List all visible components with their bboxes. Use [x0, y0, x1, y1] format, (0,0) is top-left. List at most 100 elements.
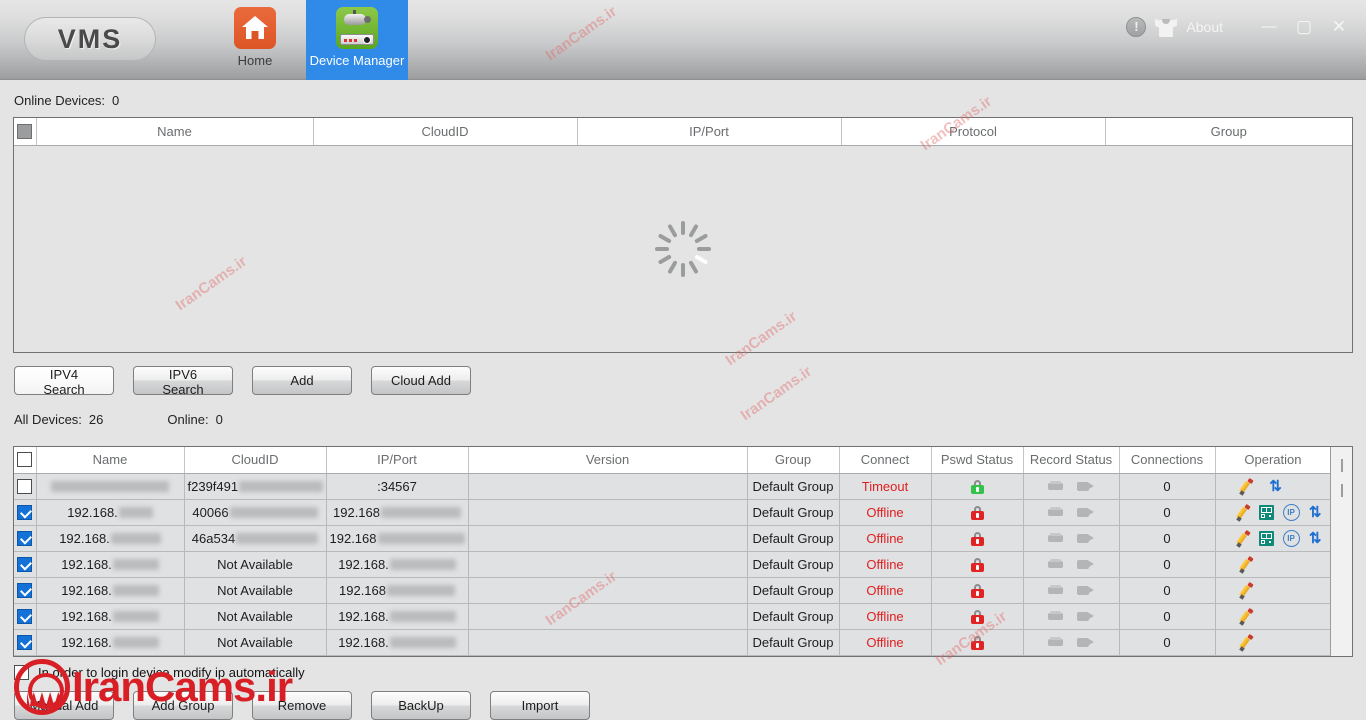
device-col-version[interactable]: Version	[468, 446, 748, 474]
row-checkbox[interactable]	[17, 531, 33, 546]
device-col-pswd-status[interactable]: Pswd Status	[931, 446, 1024, 474]
device-select-all-header[interactable]	[14, 446, 37, 474]
edit-pencil-icon[interactable]	[1231, 529, 1255, 548]
qr-code-icon[interactable]	[1255, 505, 1279, 520]
device-col-connections[interactable]: Connections	[1119, 446, 1216, 474]
remove-button[interactable]: Remove	[252, 691, 352, 720]
device-col-record-status[interactable]: Record Status	[1023, 446, 1120, 474]
ip-config-icon[interactable]: IP	[1279, 530, 1303, 547]
device-col-operation[interactable]: Operation	[1215, 446, 1331, 474]
device-col-name[interactable]: Name	[36, 446, 185, 474]
row-select-cell[interactable]	[14, 551, 37, 578]
cell-pswd-status[interactable]	[931, 577, 1024, 604]
device-list-panel: Name CloudID IP/Port Version Group Conne…	[13, 445, 1353, 657]
device-select-all-checkbox[interactable]	[17, 452, 33, 468]
info-icon[interactable]: !	[1126, 16, 1147, 37]
table-row[interactable]: f239f491 :34567 Default Group Timeout 0 ⇅	[14, 473, 1331, 500]
tab-device-manager[interactable]: Device Manager	[306, 0, 408, 80]
device-col-ipport[interactable]: IP/Port	[326, 446, 469, 474]
device-header-row: Name CloudID IP/Port Version Group Conne…	[14, 446, 1331, 474]
table-row[interactable]: 192.168. 46a534 192.168 Default Group Off…	[14, 525, 1331, 552]
cell-operation: ⇅	[1215, 473, 1331, 500]
edit-pencil-icon[interactable]	[1231, 555, 1261, 574]
cell-group: Default Group	[747, 473, 840, 500]
edit-pencil-icon[interactable]	[1231, 503, 1255, 522]
cell-ipport: :34567	[326, 473, 469, 500]
cell-group: Default Group	[747, 525, 840, 552]
row-select-cell[interactable]	[14, 629, 37, 656]
device-table-scrollbar[interactable]	[1330, 446, 1352, 656]
row-checkbox[interactable]	[17, 583, 33, 598]
table-row[interactable]: 192.168. Not Available 192.168. Default G…	[14, 629, 1331, 656]
cell-pswd-status[interactable]	[931, 603, 1024, 630]
row-select-cell[interactable]	[14, 603, 37, 630]
lock-red-icon	[970, 531, 984, 546]
edit-pencil-icon[interactable]	[1231, 633, 1261, 652]
ip-config-icon[interactable]: IP	[1279, 504, 1303, 521]
ipv4-search-button[interactable]: IPV4 Search	[14, 365, 114, 397]
add-group-button[interactable]: Add Group	[133, 691, 233, 720]
qr-code-icon[interactable]	[1255, 531, 1279, 546]
discovery-select-all-header[interactable]	[14, 118, 37, 146]
table-row[interactable]: 192.168. Not Available 192.168. Default G…	[14, 603, 1331, 630]
about-button[interactable]: About	[1186, 19, 1223, 35]
cell-pswd-status[interactable]	[931, 473, 1024, 500]
row-checkbox[interactable]	[17, 505, 33, 520]
cell-pswd-status[interactable]	[931, 499, 1024, 526]
auto-modify-ip-checkbox[interactable]	[14, 665, 29, 680]
cell-ipport-text: 192.168	[329, 531, 377, 546]
ipv6-search-button[interactable]: IPV6 Search	[133, 365, 233, 397]
skin-tshirt-icon[interactable]	[1155, 17, 1178, 37]
cell-pswd-status[interactable]	[931, 629, 1024, 656]
redacted-text	[377, 533, 465, 544]
all-devices-count: 26	[88, 411, 104, 427]
edit-pencil-icon[interactable]	[1231, 607, 1261, 626]
maximize-button[interactable]: ▢	[1291, 18, 1317, 35]
row-checkbox[interactable]	[17, 609, 33, 624]
refresh-icon[interactable]: ⇅	[1303, 504, 1327, 521]
row-checkbox[interactable]	[17, 557, 33, 572]
edit-pencil-icon[interactable]	[1231, 477, 1261, 496]
row-select-cell[interactable]	[14, 499, 37, 526]
select-all-checkbox[interactable]	[17, 123, 33, 139]
device-col-group[interactable]: Group	[747, 446, 840, 474]
discovery-col-name[interactable]: Name	[36, 118, 314, 146]
row-checkbox[interactable]	[17, 479, 33, 494]
edit-pencil-icon[interactable]	[1231, 581, 1261, 600]
discovery-col-group[interactable]: Group	[1105, 118, 1352, 146]
backup-button[interactable]: BackUp	[371, 691, 471, 720]
cell-cloudid: 40066	[184, 499, 327, 526]
refresh-icon[interactable]: ⇅	[1303, 530, 1327, 547]
row-select-cell[interactable]	[14, 525, 37, 552]
cell-cloudid-text: Not Available	[217, 609, 293, 624]
row-select-cell[interactable]	[14, 577, 37, 604]
row-checkbox[interactable]	[17, 635, 33, 650]
add-button[interactable]: Add	[252, 365, 352, 395]
tab-home[interactable]: Home	[204, 0, 306, 80]
manual-add-button[interactable]: Manual Add	[14, 691, 114, 720]
close-button[interactable]: ✕	[1326, 18, 1352, 35]
table-row[interactable]: 192.168. 40066 192.168 Default Group Offl…	[14, 499, 1331, 526]
cell-pswd-status[interactable]	[931, 551, 1024, 578]
cell-pswd-status[interactable]	[931, 525, 1024, 552]
discovery-col-ipport[interactable]: IP/Port	[577, 118, 842, 146]
discovery-col-protocol[interactable]: Protocol	[841, 118, 1106, 146]
row-select-cell[interactable]	[14, 473, 37, 500]
cell-operation	[1215, 551, 1331, 578]
import-button[interactable]: Import	[490, 691, 590, 720]
hdd-icon	[1048, 481, 1063, 492]
discovery-col-cloudid[interactable]: CloudID	[313, 118, 578, 146]
cell-name: 192.168.	[36, 603, 185, 630]
cell-name-text: 192.168.	[61, 609, 112, 624]
table-row[interactable]: 192.168. Not Available 192.168 Default Gr…	[14, 577, 1331, 604]
lock-red-icon	[970, 557, 984, 572]
cloud-add-button[interactable]: Cloud Add	[371, 365, 471, 395]
table-row[interactable]: 192.168. Not Available 192.168. Default G…	[14, 551, 1331, 578]
cell-name: 192.168.	[36, 629, 185, 656]
refresh-icon[interactable]: ⇅	[1261, 478, 1291, 495]
redacted-text	[389, 559, 456, 570]
hdd-icon	[1048, 533, 1063, 544]
device-col-connect[interactable]: Connect	[839, 446, 932, 474]
minimize-button[interactable]: —	[1256, 19, 1282, 34]
device-col-cloudid[interactable]: CloudID	[184, 446, 327, 474]
